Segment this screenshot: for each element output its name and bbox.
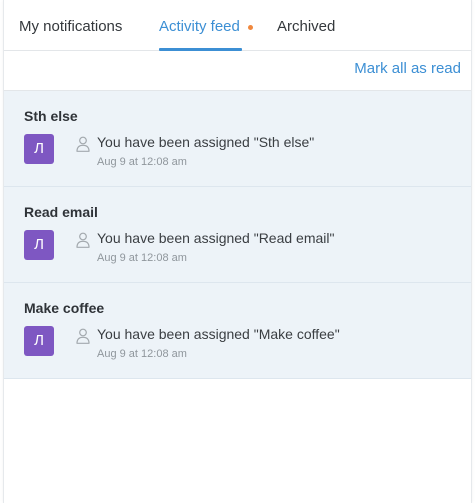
feed-item-text: You have been assigned "Make coffee" [97,326,340,342]
feed-item-text: You have been assigned "Sth else" [97,134,315,150]
activity-feed-list: Sth else Л You have been assigned "Sth e… [4,91,471,379]
avatar: Л [24,230,54,260]
feed-item-title: Make coffee [24,300,105,316]
avatar: Л [24,326,54,356]
user-icon [76,232,90,248]
mark-all-read-link[interactable]: Mark all as read [354,60,461,77]
tab-my-notifications[interactable]: My notifications [19,18,122,51]
avatar: Л [24,134,54,164]
feed-item-timestamp: Aug 9 at 12:08 am [97,156,187,168]
feed-item-title: Sth else [24,108,78,124]
user-icon [76,136,90,152]
tab-bar: My notifications Activity feed Archived [4,0,471,51]
feed-item-text: You have been assigned "Read email" [97,230,335,246]
feed-item-timestamp: Aug 9 at 12:08 am [97,252,187,264]
feed-item[interactable]: Make coffee Л You have been assigned "Ma… [4,283,471,379]
feed-item-timestamp: Aug 9 at 12:08 am [97,348,187,360]
feed-item[interactable]: Sth else Л You have been assigned "Sth e… [4,91,471,187]
feed-item[interactable]: Read email Л You have been assigned "Rea… [4,187,471,283]
feed-item-title: Read email [24,204,98,220]
actions-bar: Mark all as read [4,51,471,91]
unread-dot-icon [248,25,253,30]
notifications-panel: My notifications Activity feed Archived … [3,0,472,503]
tab-activity-feed-label: Activity feed [159,18,240,35]
user-icon [76,328,90,344]
tab-activity-feed[interactable]: Activity feed [159,18,253,51]
tab-archived[interactable]: Archived [277,18,335,51]
